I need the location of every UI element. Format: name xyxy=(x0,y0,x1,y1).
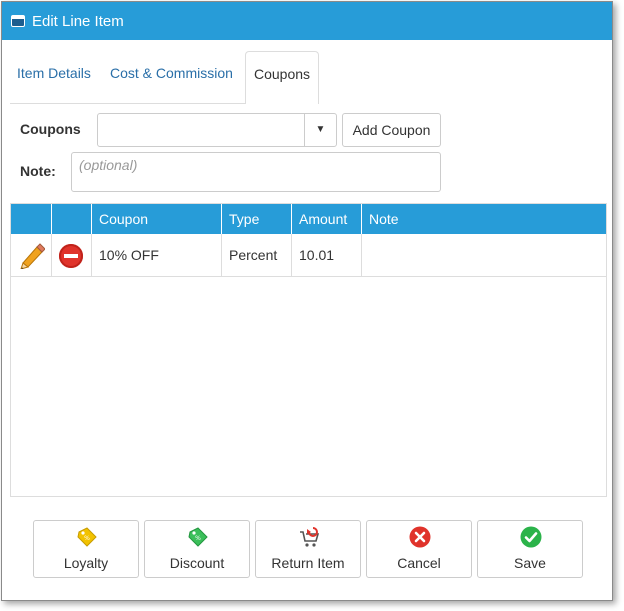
cancel-label: Cancel xyxy=(397,555,441,571)
discount-tag-icon: % xyxy=(188,527,208,547)
header-note[interactable]: Note xyxy=(362,204,607,234)
delete-minus-icon[interactable] xyxy=(59,244,83,268)
save-check-icon xyxy=(520,526,542,548)
pencil-icon[interactable] xyxy=(19,243,45,269)
tab-item-details[interactable]: Item Details xyxy=(17,51,91,104)
window-title: Edit Line Item xyxy=(32,12,124,30)
return-item-button[interactable]: Return Item xyxy=(255,520,361,578)
table-row: 10% OFF Percent 10.01 xyxy=(11,234,606,277)
save-button[interactable]: Save xyxy=(477,520,583,578)
note-cell xyxy=(362,234,607,276)
header-type[interactable]: Type xyxy=(222,204,292,234)
title-bar: Edit Line Item xyxy=(2,2,612,40)
window-icon xyxy=(11,15,25,27)
grid-header: Coupon Type Amount Note xyxy=(11,204,606,234)
header-coupon[interactable]: Coupon xyxy=(92,204,222,234)
note-field[interactable]: (optional) xyxy=(71,152,441,192)
edit-cell xyxy=(11,234,52,276)
return-cart-icon xyxy=(300,527,320,547)
coupon-select[interactable]: ▼ xyxy=(97,113,337,147)
tab-coupons[interactable]: Coupons xyxy=(245,51,319,104)
coupons-grid: Coupon Type Amount Note 10% OFF Percent … xyxy=(10,203,607,497)
tab-cost-commission[interactable]: Cost & Commission xyxy=(110,51,233,104)
discount-label: Discount xyxy=(169,555,225,571)
coupons-label: Coupons xyxy=(20,121,81,137)
header-delete xyxy=(52,204,92,234)
dropdown-arrow-icon[interactable]: ▼ xyxy=(304,114,336,146)
discount-button[interactable]: % Discount xyxy=(144,520,250,578)
amount-cell: 10.01 xyxy=(292,234,362,276)
delete-cell xyxy=(52,234,92,276)
header-amount[interactable]: Amount xyxy=(292,204,362,234)
loyalty-tag-icon: % xyxy=(77,527,97,547)
svg-text:%: % xyxy=(84,535,90,542)
add-coupon-button[interactable]: Add Coupon xyxy=(342,113,441,147)
cancel-x-icon xyxy=(409,526,431,548)
return-item-label: Return Item xyxy=(271,555,345,571)
svg-text:%: % xyxy=(195,535,201,542)
note-label: Note: xyxy=(20,163,56,179)
header-edit xyxy=(11,204,52,234)
save-label: Save xyxy=(514,555,546,571)
cancel-button[interactable]: Cancel xyxy=(366,520,472,578)
loyalty-label: Loyalty xyxy=(63,555,109,571)
loyalty-button[interactable]: % Loyalty xyxy=(33,520,139,578)
coupon-cell: 10% OFF xyxy=(92,234,222,276)
edit-line-item-dialog: Edit Line Item Item Details Cost & Commi… xyxy=(1,1,613,601)
type-cell: Percent xyxy=(222,234,292,276)
tab-bar: Item Details Cost & Commission Coupons xyxy=(10,51,606,104)
